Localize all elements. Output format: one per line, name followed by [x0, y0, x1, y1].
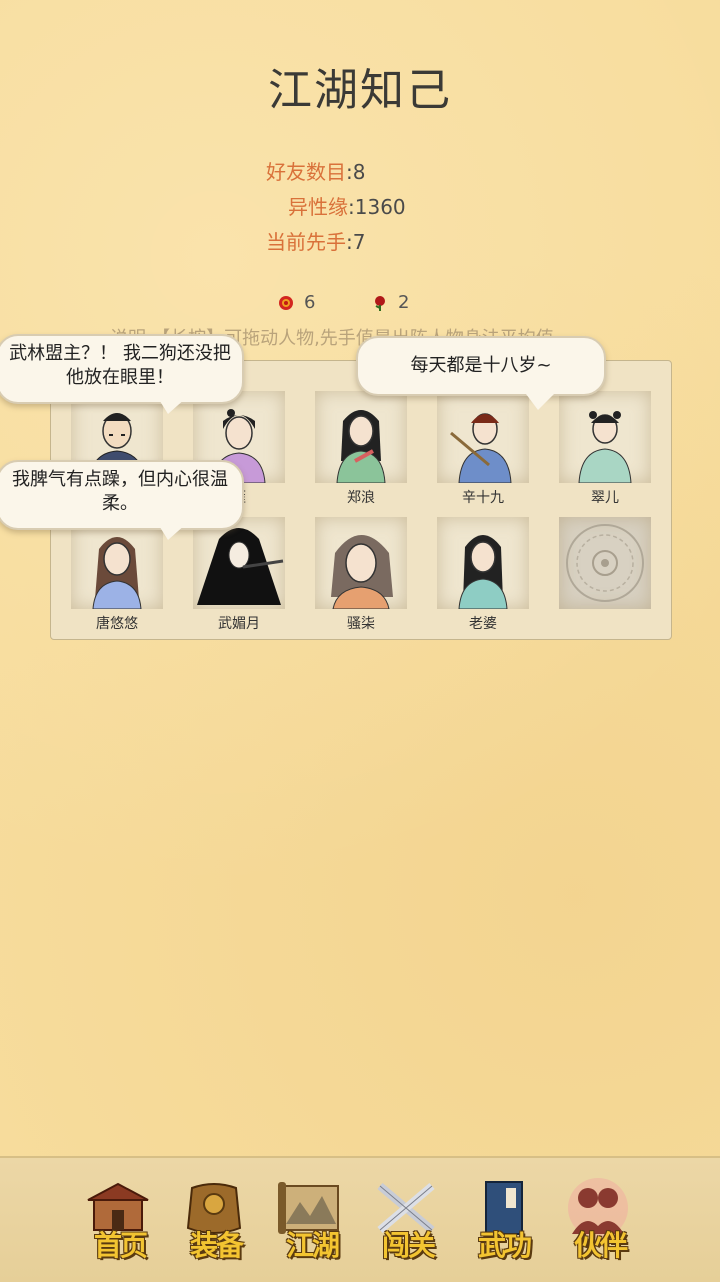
companion-name: 武媚月: [218, 616, 260, 632]
nav-label: 伙伴: [573, 1229, 628, 1262]
speech-bubble: 武林盟主？！ 我二狗还没把他放在眼里！: [0, 334, 244, 414]
nav-martial-arts-button[interactable]: 武功: [464, 1170, 540, 1270]
stat-charm: 异性缘:1360: [288, 191, 406, 220]
stat-label: 当前先手: [266, 230, 346, 254]
companion-slot[interactable]: 武媚月: [193, 517, 285, 632]
empty-companion-slot[interactable]: [559, 517, 651, 631]
nav-label: 武功: [477, 1229, 532, 1262]
empty-slot-emblem: [559, 517, 651, 609]
companion-slot[interactable]: 骚柒: [315, 517, 407, 632]
bubble-tail: [526, 394, 554, 410]
portrait-xin-shijiu: [437, 391, 529, 483]
companion-name: 唐悠悠: [96, 616, 138, 632]
bubble-tail: [158, 398, 186, 414]
speech-bubble: 我脾气有点躁，但内心很温柔。: [0, 460, 244, 540]
bronze-mirror-icon: [566, 524, 644, 602]
nav-label: 首页: [93, 1229, 148, 1262]
bubble-text: 每天都是十八岁~: [410, 355, 552, 376]
companion-name: 郑浪: [347, 490, 375, 506]
companion-name: 老婆: [469, 616, 497, 632]
page-title: 江湖知己: [268, 65, 452, 116]
portrait-sao-qi: [315, 517, 407, 609]
bubble-text: 武林盟主？！ 我二狗还没把他放在眼里！: [9, 343, 231, 388]
companion-slot[interactable]: 翠儿: [559, 391, 651, 506]
nav-companions-button[interactable]: 伙伴: [560, 1170, 636, 1270]
nav-jianghu-button[interactable]: 江湖: [272, 1170, 348, 1270]
dark-rose-count: 2: [398, 292, 410, 313]
stat-value: :8: [346, 160, 366, 184]
stat-label: 异性缘: [288, 195, 348, 219]
companion-name: 辛十九: [462, 490, 504, 506]
nav-label: 装备: [189, 1229, 244, 1262]
red-rose-icon: [279, 295, 293, 310]
stat-initiative: 当前先手:7: [266, 226, 365, 255]
companion-slot[interactable]: 唐悠悠: [71, 517, 163, 632]
companion-name: [559, 613, 651, 631]
stat-label: 好友数目: [266, 160, 346, 184]
nav-home-button[interactable]: 首页: [80, 1170, 156, 1270]
dark-rose-counter: 2: [372, 292, 409, 313]
red-rose-count: 6: [304, 292, 316, 313]
nav-equipment-button[interactable]: 装备: [176, 1170, 252, 1270]
portrait-tang-youyou: [71, 517, 163, 609]
companion-slot[interactable]: 老婆: [437, 517, 529, 632]
companion-slot[interactable]: 辛十九: [437, 391, 529, 506]
companion-name: 翠儿: [591, 490, 619, 506]
portrait-lao-po: [437, 517, 529, 609]
dark-rose-icon: [375, 295, 385, 311]
bottom-nav: 首页 装备 江湖 闯关 武功 伙伴: [0, 1156, 720, 1282]
bubble-tail: [158, 524, 186, 540]
companion-slot[interactable]: 郑浪: [315, 391, 407, 506]
portrait-wu-meiyue: [193, 517, 285, 609]
red-rose-counter: 6: [278, 292, 315, 313]
stat-value: :1360: [348, 195, 406, 219]
bubble-text: 我脾气有点躁，但内心很温柔。: [12, 469, 228, 514]
nav-challenge-button[interactable]: 闯关: [368, 1170, 444, 1270]
speech-bubble: 每天都是十八岁~: [356, 336, 606, 410]
portrait-cui-er: [559, 391, 651, 483]
portrait-zheng-lang: [315, 391, 407, 483]
nav-label: 闯关: [381, 1229, 436, 1262]
nav-label: 江湖: [285, 1229, 340, 1262]
stat-value: :7: [346, 230, 366, 254]
companion-name: 骚柒: [347, 616, 375, 632]
stat-friend-count: 好友数目:8: [266, 156, 365, 185]
